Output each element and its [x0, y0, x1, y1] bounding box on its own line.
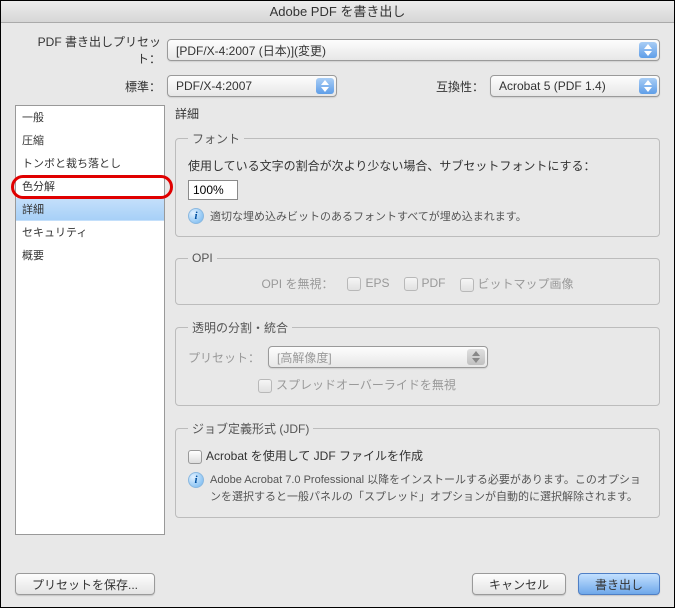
transparency-legend: 透明の分割・統合: [188, 319, 292, 336]
sidebar-item-summary[interactable]: 概要: [16, 244, 164, 267]
opi-eps-checkbox: EPS: [347, 276, 389, 291]
opi-ignore-label: OPI を無視：: [261, 275, 333, 292]
fonts-legend: フォント: [188, 130, 244, 147]
opi-group: OPI OPI を無視： EPS PDF ビットマップ画像: [175, 251, 660, 305]
chevron-updown-icon: [316, 78, 334, 94]
jdf-info-text: Adobe Acrobat 7.0 Professional 以降をインストール…: [210, 472, 647, 505]
jdf-legend: ジョブ定義形式 (JDF): [188, 420, 313, 437]
save-preset-button[interactable]: プリセットを保存...: [15, 573, 155, 595]
sidebar-item-output[interactable]: 色分解: [16, 175, 164, 198]
jdf-create-checkbox[interactable]: Acrobat を使用して JDF ファイルを作成: [188, 449, 423, 463]
compat-value: Acrobat 5 (PDF 1.4): [499, 79, 606, 93]
sidebar-item-marks[interactable]: トンボと裁ち落とし: [16, 152, 164, 175]
fonts-info-text: 適切な埋め込みビットのあるフォントすべてが埋め込まれます。: [210, 208, 527, 224]
sidebar-item-advanced[interactable]: 詳細: [16, 198, 164, 221]
subset-percent-input[interactable]: [188, 180, 238, 200]
standard-value: PDF/X-4:2007: [176, 79, 252, 93]
opi-legend: OPI: [188, 251, 217, 265]
standard-label: 標準：: [15, 78, 161, 95]
preset-dropdown[interactable]: [PDF/X-4:2007 (日本)](変更): [167, 39, 660, 61]
sidebar-item-security[interactable]: セキュリティ: [16, 221, 164, 244]
cancel-button[interactable]: キャンセル: [472, 573, 566, 595]
chevron-updown-icon: [639, 42, 657, 58]
fonts-group: フォント 使用している文字の割合が次より少ない場合、サブセットフォントにする： …: [175, 130, 660, 237]
preset-value: [PDF/X-4:2007 (日本)](変更): [176, 42, 326, 59]
opi-pdf-checkbox: PDF: [404, 276, 446, 291]
chevron-updown-icon: [467, 349, 485, 365]
window-title: Adobe PDF を書き出し: [1, 1, 674, 23]
preset-label: PDF 書き出しプリセット：: [15, 33, 161, 67]
opi-bitmap-checkbox: ビットマップ画像: [460, 275, 574, 292]
chevron-updown-icon: [639, 78, 657, 94]
jdf-group: ジョブ定義形式 (JDF) Acrobat を使用して JDF ファイルを作成 …: [175, 420, 660, 518]
trans-preset-dropdown: [高解像度]: [268, 346, 488, 368]
trans-preset-label: プリセット：: [188, 349, 260, 366]
info-icon: i: [188, 208, 204, 224]
category-sidebar: 一般 圧縮 トンボと裁ち落とし 色分解 詳細 セキュリティ 概要: [15, 105, 165, 535]
standard-dropdown[interactable]: PDF/X-4:2007: [167, 75, 337, 97]
trans-override-checkbox: スプレッドオーバーライドを無視: [258, 378, 456, 392]
sidebar-item-compression[interactable]: 圧縮: [16, 129, 164, 152]
transparency-group: 透明の分割・統合 プリセット： [高解像度] スプレッドオーバーライドを無視: [175, 319, 660, 406]
sidebar-item-general[interactable]: 一般: [16, 106, 164, 129]
trans-preset-value: [高解像度]: [277, 349, 332, 366]
compat-dropdown[interactable]: Acrobat 5 (PDF 1.4): [490, 75, 660, 97]
export-button[interactable]: 書き出し: [578, 573, 660, 595]
subset-label: 使用している文字の割合が次より少ない場合、サブセットフォントにする：: [188, 157, 596, 174]
section-title: 詳細: [175, 105, 660, 122]
compat-label: 互換性：: [436, 78, 484, 95]
info-icon: i: [188, 472, 204, 488]
